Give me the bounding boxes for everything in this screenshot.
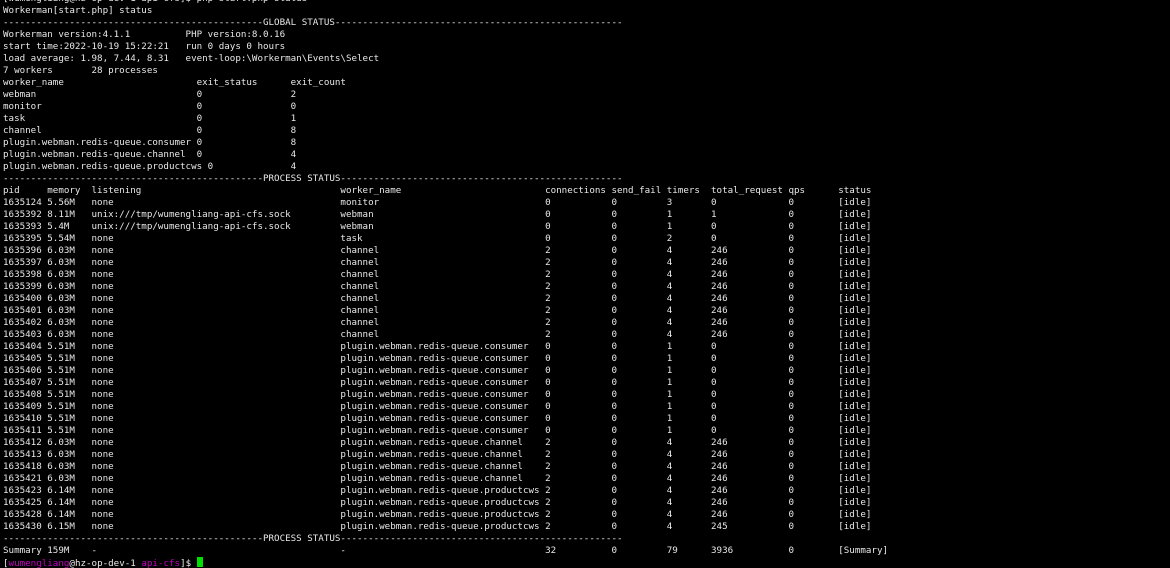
terminal-line: 1635408 5.51M none plugin.webman.redis-q… [3,389,872,400]
terminal-line: pid memory listening worker_name connect… [3,185,872,196]
terminal-line: plugin.webman.redis-queue.channel 0 4 [3,149,297,160]
terminal-output: [wumengliang@hz-op-dev-1 api-cfs]$ php s… [3,0,1170,557]
terminal-line: 1635401 6.03M none channel 2 0 4 246 0 [… [3,305,872,316]
text-cursor[interactable] [196,557,203,567]
terminal-line: worker_name exit_status exit_count [3,77,346,88]
terminal-line: 1635405 5.51M none plugin.webman.redis-q… [3,353,872,364]
terminal-line: plugin.webman.redis-queue.productcws 0 4 [3,161,297,172]
terminal-line: plugin.webman.redis-queue.consumer 0 8 [3,137,297,148]
terminal-line: 1635398 6.03M none channel 2 0 4 246 0 [… [3,269,872,280]
terminal-line: monitor 0 0 [3,101,297,112]
terminal-line: channel 0 8 [3,125,297,136]
prompt-directory: api-cfs [141,558,181,568]
terminal-line: Workerman[start.php] status [3,5,153,16]
shell-prompt[interactable]: [wumengliang@hz-op-dev-1 api-cfs]$ [3,557,1170,568]
terminal-line: ----------------------------------------… [3,17,623,28]
terminal-line: 1635400 6.03M none channel 2 0 4 246 0 [… [3,293,872,304]
terminal-line: 1635407 5.51M none plugin.webman.redis-q… [3,377,872,388]
terminal-line: 1635409 5.51M none plugin.webman.redis-q… [3,401,872,412]
terminal-line: 1635404 5.51M none plugin.webman.redis-q… [3,341,872,352]
terminal-line: 1635403 6.03M none channel 2 0 4 246 0 [… [3,329,872,340]
prompt-close: ]$ [180,558,197,568]
terminal-line: 1635397 6.03M none channel 2 0 4 246 0 [… [3,257,872,268]
terminal-line: webman 0 2 [3,89,297,100]
terminal-line: 1635396 6.03M none channel 2 0 4 246 0 [… [3,245,872,256]
terminal-line: 1635410 5.51M none plugin.webman.redis-q… [3,413,872,424]
terminal-line: task 0 1 [3,113,297,124]
terminal-window[interactable]: [wumengliang@hz-op-dev-1 api-cfs]$ php s… [0,0,1170,568]
terminal-line: 1635423 6.14M none plugin.webman.redis-q… [3,485,872,496]
terminal-line: 1635392 8.11M unix:///tmp/wumengliang-ap… [3,209,872,220]
terminal-line: 1635418 6.03M none plugin.webman.redis-q… [3,461,872,472]
terminal-line: 1635421 6.03M none plugin.webman.redis-q… [3,473,872,484]
terminal-line: start time:2022-10-19 15:22:21 run 0 day… [3,41,286,52]
terminal-line: ----------------------------------------… [3,173,623,184]
terminal-line: 1635395 5.54M none task 0 0 2 0 0 [idle] [3,233,872,244]
terminal-line: 1635406 5.51M none plugin.webman.redis-q… [3,365,872,376]
terminal-line: 1635412 6.03M none plugin.webman.redis-q… [3,437,872,448]
terminal-line: ----------------------------------------… [3,533,623,544]
terminal-line: 1635393 5.4M unix:///tmp/wumengliang-api… [3,221,872,232]
terminal-line: 1635411 5.51M none plugin.webman.redis-q… [3,425,872,436]
prompt-host: @hz-op-dev-1 [69,558,142,568]
terminal-line: Summary 159M - - 32 0 79 3936 0 [Summary… [3,545,889,556]
terminal-line: 7 workers 28 processes [3,65,158,76]
terminal-line: 1635399 6.03M none channel 2 0 4 246 0 [… [3,281,872,292]
terminal-line: 1635402 6.03M none channel 2 0 4 246 0 [… [3,317,872,328]
terminal-line: 1635428 6.14M none plugin.webman.redis-q… [3,509,872,520]
terminal-line: 1635413 6.03M none plugin.webman.redis-q… [3,449,872,460]
terminal-line: Workerman version:4.1.1 PHP version:8.0.… [3,29,286,40]
terminal-line: 1635124 5.56M none monitor 0 0 3 0 0 [id… [3,197,872,208]
terminal-line: load average: 1.98, 7.44, 8.31 event-loo… [3,53,380,64]
terminal-line: 1635425 6.14M none plugin.webman.redis-q… [3,497,872,508]
terminal-line: 1635430 6.15M none plugin.webman.redis-q… [3,521,872,532]
prompt-user: wumengliang [8,558,70,568]
